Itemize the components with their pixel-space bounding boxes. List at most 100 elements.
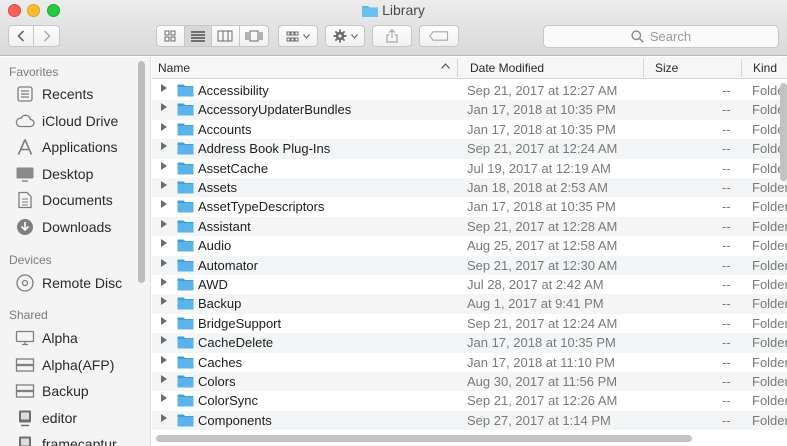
file-date: Jan 18, 2018 at 2:53 AM bbox=[467, 180, 608, 195]
disclosure-triangle-icon[interactable] bbox=[160, 180, 168, 192]
file-name: Assets bbox=[198, 180, 238, 195]
table-row[interactable]: Components Sep 27, 2017 at 1:14 PM -- Fo… bbox=[152, 410, 787, 431]
sidebar-item-alpha-afp[interactable]: Alpha(AFP) bbox=[15, 354, 114, 376]
action-button[interactable] bbox=[325, 25, 365, 47]
sidebar-item-editor[interactable]: editor bbox=[15, 407, 77, 429]
disclosure-triangle-icon[interactable] bbox=[160, 258, 168, 270]
window-title-text: Library bbox=[382, 2, 425, 18]
column-header-date[interactable]: Date Modified bbox=[470, 61, 544, 75]
column-divider[interactable] bbox=[741, 59, 742, 77]
disclosure-triangle-icon[interactable] bbox=[160, 296, 168, 308]
file-size: -- bbox=[722, 218, 731, 234]
tags-button[interactable] bbox=[419, 25, 459, 47]
column-divider[interactable] bbox=[643, 59, 644, 77]
sidebar-heading-favorites: Favorites bbox=[9, 65, 59, 79]
vertical-scrollbar[interactable] bbox=[780, 83, 787, 181]
folder-icon bbox=[177, 393, 194, 410]
file-date: Sep 21, 2017 at 12:24 AM bbox=[467, 315, 618, 331]
sidebar-item-framecaptur[interactable]: framecaptur bbox=[15, 433, 117, 446]
sidebar-item-icloud-drive[interactable]: iCloud Drive bbox=[15, 110, 118, 132]
sidebar-item-applications[interactable]: Applications bbox=[15, 136, 118, 158]
table-row[interactable]: Colors Aug 30, 2017 at 11:56 PM -- Folde… bbox=[152, 372, 787, 392]
file-kind: Folder bbox=[752, 393, 787, 409]
table-row[interactable]: Audio Aug 25, 2017 at 12:58 AM -- Folder bbox=[152, 236, 787, 255]
table-row[interactable]: Automator Sep 21, 2017 at 12:30 AM -- Fo… bbox=[152, 255, 787, 275]
table-row[interactable]: AWD Jul 28, 2017 at 2:42 AM -- Folder bbox=[152, 275, 787, 294]
disclosure-triangle-icon[interactable] bbox=[160, 83, 168, 95]
disclosure-triangle-icon[interactable] bbox=[160, 355, 168, 367]
disclosure-triangle-icon[interactable] bbox=[160, 141, 168, 153]
sidebar-item-recents[interactable]: Recents bbox=[15, 83, 93, 105]
file-date: Jan 17, 2018 at 10:35 PM bbox=[467, 335, 616, 351]
horizontal-scrollbar[interactable] bbox=[156, 435, 692, 442]
sidebar-item-downloads[interactable]: Downloads bbox=[15, 216, 111, 238]
table-row[interactable]: AssetCache Jul 19, 2017 at 12:19 AM -- F… bbox=[152, 159, 787, 178]
disclosure-triangle-icon[interactable] bbox=[160, 316, 168, 328]
icon-view-button[interactable] bbox=[157, 26, 185, 46]
file-date: Aug 1, 2017 at 9:41 PM bbox=[467, 296, 604, 312]
file-name: BridgeSupport bbox=[198, 315, 282, 331]
column-header-size[interactable]: Size bbox=[655, 61, 678, 75]
column-header-kind[interactable]: Kind bbox=[753, 61, 777, 75]
column-divider[interactable] bbox=[457, 59, 458, 77]
sidebar-item-label: Downloads bbox=[42, 219, 112, 235]
disclosure-triangle-icon[interactable] bbox=[160, 122, 168, 134]
monitor-icon bbox=[15, 329, 35, 347]
table-row[interactable]: Assistant Sep 21, 2017 at 12:28 AM -- Fo… bbox=[152, 216, 787, 237]
table-row[interactable]: Address Book Plug-Ins Sep 21, 2017 at 12… bbox=[152, 139, 787, 159]
sidebar-item-backup[interactable]: Backup bbox=[15, 380, 89, 402]
disclosure-triangle-icon[interactable] bbox=[160, 413, 168, 425]
sidebar-item-documents[interactable]: Documents bbox=[15, 189, 113, 211]
file-size: -- bbox=[722, 121, 731, 137]
disclosure-triangle-icon[interactable] bbox=[160, 219, 168, 231]
disclosure-triangle-icon[interactable] bbox=[160, 335, 168, 347]
file-size: -- bbox=[722, 393, 731, 409]
applications-icon bbox=[15, 138, 35, 156]
sidebar-item-remote-disc[interactable]: Remote Disc bbox=[15, 272, 122, 294]
arrange-button[interactable] bbox=[278, 25, 318, 47]
search-field[interactable]: Search bbox=[543, 25, 779, 48]
disclosure-triangle-icon[interactable] bbox=[160, 102, 168, 114]
disclosure-triangle-icon[interactable] bbox=[160, 393, 168, 405]
folder-icon bbox=[177, 316, 194, 333]
file-size: -- bbox=[722, 374, 731, 389]
magnifier-icon bbox=[631, 30, 644, 43]
table-row[interactable]: ColorSync Sep 21, 2017 at 12:26 AM -- Fo… bbox=[152, 391, 787, 410]
file-kind: Folder bbox=[752, 315, 787, 331]
table-row[interactable]: CacheDelete Jan 17, 2018 at 10:35 PM -- … bbox=[152, 333, 787, 353]
file-date: Aug 30, 2017 at 11:56 PM bbox=[467, 374, 618, 389]
column-view-button[interactable] bbox=[212, 26, 240, 46]
disclosure-triangle-icon[interactable] bbox=[160, 277, 168, 289]
table-row[interactable]: Assets Jan 18, 2018 at 2:53 AM -- Folder bbox=[152, 178, 787, 198]
file-name: Address Book Plug-Ins bbox=[198, 141, 331, 157]
table-row[interactable]: AssetTypeDescriptors Jan 17, 2018 at 10:… bbox=[152, 197, 787, 216]
disclosure-triangle-icon[interactable] bbox=[160, 199, 168, 211]
sidebar-item-label: Backup bbox=[42, 383, 89, 399]
sidebar-scrollbar[interactable] bbox=[138, 61, 145, 283]
folder-icon bbox=[177, 355, 194, 372]
table-row[interactable]: BridgeSupport Sep 21, 2017 at 12:24 AM -… bbox=[152, 314, 787, 333]
column-header-name[interactable]: Name bbox=[158, 61, 190, 75]
table-row[interactable]: Caches Jan 17, 2018 at 11:10 PM -- Folde… bbox=[152, 353, 787, 372]
table-row[interactable]: Accessibility Sep 21, 2017 at 12:27 AM -… bbox=[152, 81, 787, 100]
cover-flow-view-button[interactable] bbox=[240, 26, 268, 46]
table-row[interactable]: Backup Aug 1, 2017 at 9:41 PM -- Folder bbox=[152, 294, 787, 314]
back-button[interactable] bbox=[9, 26, 35, 46]
chevron-right-icon bbox=[43, 30, 51, 42]
folder-icon bbox=[177, 374, 194, 391]
file-name: CacheDelete bbox=[198, 335, 274, 351]
forward-button[interactable] bbox=[34, 26, 59, 46]
file-date: Jan 17, 2018 at 10:35 PM bbox=[467, 102, 616, 118]
share-button[interactable] bbox=[372, 25, 412, 47]
disclosure-triangle-icon[interactable] bbox=[160, 374, 168, 386]
window-title: Library bbox=[0, 2, 787, 18]
table-row[interactable]: Accounts Jan 17, 2018 at 10:35 PM -- Fol… bbox=[152, 120, 787, 139]
table-row[interactable]: AccessoryUpdaterBundles Jan 17, 2018 at … bbox=[152, 100, 787, 120]
disclosure-triangle-icon[interactable] bbox=[160, 161, 168, 173]
sidebar-item-desktop[interactable]: Desktop bbox=[15, 163, 93, 185]
disclosure-triangle-icon[interactable] bbox=[160, 238, 168, 250]
history-nav bbox=[8, 25, 60, 47]
list-view-button[interactable] bbox=[184, 26, 213, 46]
sidebar-item-alpha[interactable]: Alpha bbox=[15, 327, 78, 349]
sidebar-item-label: Desktop bbox=[42, 166, 94, 182]
